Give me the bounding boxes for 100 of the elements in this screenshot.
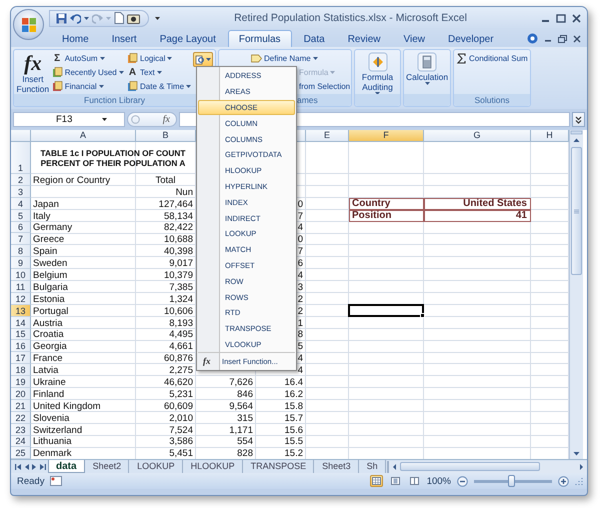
insert-function-button[interactable]: fx xyxy=(162,114,170,125)
row-header[interactable]: 14 xyxy=(11,316,31,329)
ribbon-button[interactable]: Conditional Sum xyxy=(456,52,528,65)
row-header[interactable]: 6 xyxy=(11,222,31,234)
cell-text: 9,564 xyxy=(229,400,253,412)
cell-text: 5 xyxy=(298,341,303,352)
glyph-icon: Σ xyxy=(52,53,63,64)
row-header[interactable]: 11 xyxy=(11,281,31,293)
name-box[interactable]: F13 xyxy=(13,112,125,127)
cell-text: 82,422 xyxy=(164,222,193,234)
row-header[interactable]: 23 xyxy=(11,424,31,436)
column-header[interactable]: F xyxy=(349,130,424,142)
cell-text: Denmark xyxy=(33,448,72,460)
insert-function-button[interactable]: fx Insert Function xyxy=(16,52,50,94)
row-header[interactable]: 1 xyxy=(11,142,31,174)
row-header[interactable]: 22 xyxy=(11,412,31,424)
cell-text: 7,626 xyxy=(229,377,253,388)
column-header[interactable]: A xyxy=(31,130,136,142)
row-header[interactable]: 3 xyxy=(11,186,31,198)
group-label: Function Library xyxy=(84,94,145,106)
cell-text: Austria xyxy=(33,318,63,329)
cell-text: Ukraine xyxy=(33,377,66,388)
cell-text: 16.4 xyxy=(284,377,303,388)
cell-text: 0 xyxy=(298,234,303,246)
row-header[interactable]: 24 xyxy=(11,436,31,448)
row-header[interactable]: 10 xyxy=(11,269,31,282)
cell-text: Region or Country xyxy=(33,174,110,186)
cell-text: 1,324 xyxy=(169,294,193,305)
cell-text: Greece xyxy=(33,234,64,246)
ribbon-button[interactable]: Define Name xyxy=(251,52,349,65)
cell-text: 554 xyxy=(237,436,253,448)
cell-text: 5,451 xyxy=(169,448,193,460)
cell-text: Nun xyxy=(176,186,193,198)
cell-text: 4 xyxy=(298,365,303,376)
cell-text: United States xyxy=(424,198,531,210)
cell-text: 10,379 xyxy=(164,270,193,282)
cell-text: 315 xyxy=(237,412,253,424)
column-header[interactable]: H xyxy=(531,130,569,142)
cell-text: Portugal xyxy=(33,306,68,317)
row-header[interactable]: 13 xyxy=(11,304,31,317)
ribbon-tab[interactable]: Data xyxy=(292,30,336,47)
ribbon-button[interactable]: A Text xyxy=(127,66,191,79)
ribbon-button[interactable]: Financial xyxy=(52,80,125,93)
cell-text: 9,017 xyxy=(169,258,193,270)
row-header[interactable]: 19 xyxy=(11,376,31,388)
cell-text: 7,385 xyxy=(169,282,193,293)
cell-text: Position xyxy=(349,210,424,222)
ribbon-button[interactable]: from Selection xyxy=(299,80,349,93)
calculation-button[interactable]: Calculation xyxy=(406,52,448,94)
cell-text: 7,524 xyxy=(169,424,193,436)
row-header[interactable]: 18 xyxy=(11,364,31,376)
ribbon-tab[interactable]: View xyxy=(392,30,436,47)
cell-text: Sweden xyxy=(33,258,68,270)
row-header[interactable]: 15 xyxy=(11,328,31,340)
formula-auditing-button[interactable]: Formula Auditing xyxy=(357,52,398,94)
cell-text: 5,231 xyxy=(169,388,193,400)
row-header[interactable]: 21 xyxy=(11,400,31,412)
cell-text: 10,688 xyxy=(164,234,193,246)
column-header[interactable]: E xyxy=(306,130,349,142)
row-header[interactable]: 2 xyxy=(11,174,31,186)
row-header[interactable]: 8 xyxy=(11,245,31,258)
ribbon-tab[interactable]: Formulas xyxy=(228,30,292,47)
ribbon-tab[interactable]: Page Layout xyxy=(148,30,227,47)
row-header[interactable]: 5 xyxy=(11,210,31,222)
ribbon-tab[interactable]: Insert xyxy=(100,30,148,47)
glyph-icon: A xyxy=(127,67,138,78)
cell-text: 60,609 xyxy=(164,400,193,412)
cell-text: France xyxy=(33,353,63,364)
row-header[interactable]: 4 xyxy=(11,198,31,210)
row-header[interactable]: 20 xyxy=(11,388,31,400)
ribbon-button[interactable]: Recently Used xyxy=(52,66,125,79)
cell-text: 8 xyxy=(298,329,303,340)
sheet-tab[interactable]: data xyxy=(48,460,85,474)
ribbon-tab[interactable]: Home xyxy=(51,30,100,47)
cell-text: Latvia xyxy=(33,365,58,376)
ribbon-button[interactable]: Date & Time xyxy=(127,80,191,93)
ribbon-button[interactable]: Logical xyxy=(127,52,191,65)
zoom-level[interactable]: 100% xyxy=(426,476,451,487)
cell-text: Bulgaria xyxy=(33,282,68,293)
cell-text: 15.8 xyxy=(284,400,303,412)
row-header[interactable]: 16 xyxy=(11,340,31,352)
cell-text: 3,586 xyxy=(169,436,193,448)
row-header[interactable]: 7 xyxy=(11,233,31,246)
row-header[interactable]: 12 xyxy=(11,292,31,305)
cell-text: 828 xyxy=(237,448,253,460)
ribbon-tab[interactable]: Review xyxy=(336,30,392,47)
row-header[interactable]: 17 xyxy=(11,352,31,364)
row-header[interactable]: 25 xyxy=(11,447,31,460)
cell-text: TABLE 1c I POPULATION OF COUNT PERCENT OF THEIR POPULATION A xyxy=(40,148,186,168)
status-text: Ready xyxy=(17,476,44,487)
ribbon-button[interactable]: Σ AutoSum xyxy=(52,52,125,65)
cell-text: 60,876 xyxy=(164,353,193,364)
column-header[interactable]: B xyxy=(136,130,196,142)
ribbon-tab[interactable]: Developer xyxy=(436,30,505,47)
cell-text: Belgium xyxy=(33,270,68,282)
column-header[interactable]: G xyxy=(424,130,531,142)
cell-text: Spain xyxy=(33,246,58,258)
cell-text: Slovenia xyxy=(33,412,70,424)
cell-text: United Kingdom xyxy=(33,400,101,412)
row-header[interactable]: 9 xyxy=(11,257,31,270)
